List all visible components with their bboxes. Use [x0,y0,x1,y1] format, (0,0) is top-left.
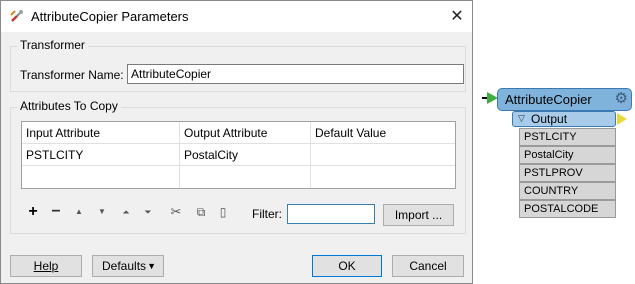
dialog-title: AttributeCopier Parameters [31,9,189,24]
node-attribute[interactable]: COUNTRY [519,182,616,200]
node-attribute[interactable]: PSTLPROV [519,164,616,182]
defaults-button-label: Defaults [102,259,147,273]
output-attribute-cell[interactable] [180,166,311,188]
output-port-label: Output [531,112,568,126]
filter-label: Filter: [252,207,282,221]
parameters-dialog: AttributeCopier Parameters ✕ Transformer… [0,0,473,284]
title-bar: AttributeCopier Parameters ✕ [1,1,472,32]
attributecopier-node[interactable]: AttributeCopier ⚙ [497,88,632,111]
import-button[interactable]: Import ... [383,204,454,226]
input-attribute-cell[interactable]: PSTLCITY [22,144,180,166]
gear-icon[interactable]: ⚙ [615,91,628,107]
input-attribute-cell[interactable] [22,166,180,188]
node-attribute[interactable]: POSTALCODE [519,200,616,218]
transformer-name-input[interactable]: AttributeCopier [127,64,464,84]
transformer-name-label: Transformer Name: [20,68,124,82]
move-top-icon[interactable]: ⏶ [118,204,134,220]
attributes-table: Input Attribute Output Attribute Default… [21,121,456,189]
cut-icon[interactable]: ✂ [168,204,184,220]
column-header-input-attribute[interactable]: Input Attribute [22,122,180,144]
default-value-cell[interactable] [311,166,455,188]
table-row: PSTLCITY PostalCity [22,144,455,166]
transformer-group: Transformer Transformer Name: AttributeC… [10,38,466,92]
plus-icon[interactable]: + [25,204,41,220]
attributes-group-title: Attributes To Copy [17,99,121,113]
move-up-icon[interactable]: ▲ [71,204,87,220]
minus-icon[interactable]: − [48,204,64,220]
default-value-cell[interactable] [311,144,455,166]
ok-button[interactable]: OK [312,255,382,277]
transformer-group-title: Transformer [17,38,88,52]
output-port[interactable]: ▽ Output [512,111,616,127]
table-row [22,166,455,188]
chevron-down-icon: ▼ [147,261,156,271]
node-attribute[interactable]: PSTLCITY [519,128,616,146]
output-port-arrow-icon[interactable] [617,113,627,125]
help-button-label: Help [33,259,59,273]
filter-input[interactable] [287,204,375,224]
copy-icon[interactable]: ⧉ [193,204,209,220]
transformer-app-icon [10,10,23,22]
node-attribute[interactable]: PostalCity [519,146,616,164]
table-header-row: Input Attribute Output Attribute Default… [22,122,455,144]
move-down-icon[interactable]: ▼ [94,204,110,220]
output-attribute-cell[interactable]: PostalCity [180,144,311,166]
defaults-button[interactable]: Defaults ▼ [92,255,164,277]
cancel-button[interactable]: Cancel [392,255,464,277]
move-bottom-icon[interactable]: ⏷ [140,204,156,220]
collapse-triangle-icon[interactable]: ▽ [518,113,525,124]
paste-icon[interactable]: ▯ [215,204,231,220]
column-header-default-value[interactable]: Default Value [311,122,455,144]
column-header-output-attribute[interactable]: Output Attribute [180,122,311,144]
node-title: AttributeCopier [505,92,592,107]
close-button[interactable]: ✕ [442,1,472,32]
help-button[interactable]: Help [10,255,82,277]
